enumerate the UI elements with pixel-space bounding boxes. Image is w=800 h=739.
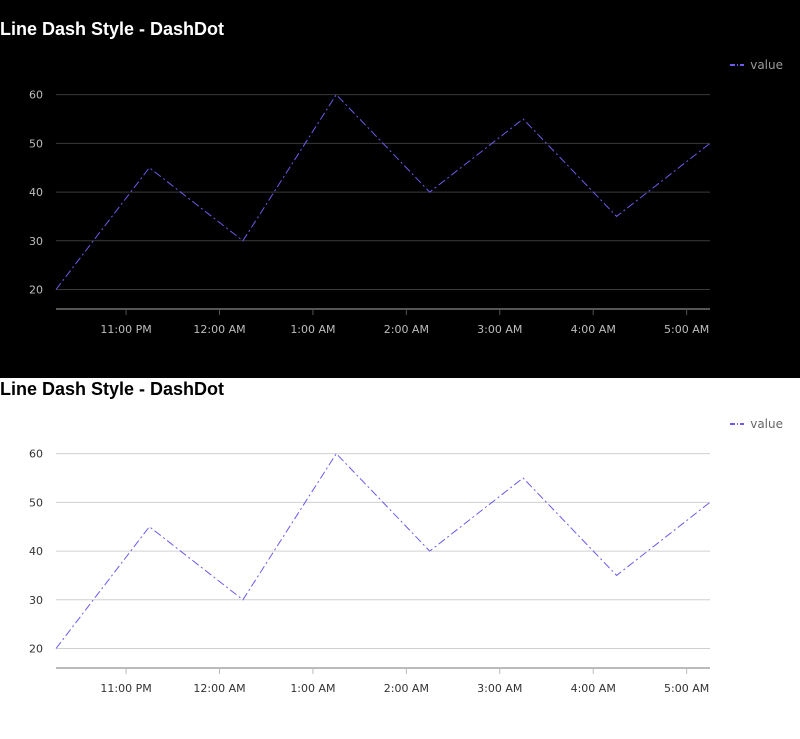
x-tick-label: 4:00 AM: [571, 682, 616, 695]
chart-panel-light: Line Dash Style - DashDot value 20 30 40 50…: [0, 378, 800, 719]
y-tick-label: 60: [29, 448, 43, 461]
y-tick-label: 40: [29, 186, 43, 199]
x-tick-label: 2:00 AM: [384, 682, 429, 695]
x-tick-label: 1:00 AM: [290, 323, 335, 336]
y-tick-label: 50: [29, 496, 43, 509]
x-tick-label: 5:00 AM: [664, 682, 709, 695]
x-tick-label: 11:00 PM: [100, 682, 151, 695]
x-tick-label: 11:00 PM: [100, 323, 151, 336]
x-tick-label: 3:00 AM: [477, 323, 522, 336]
y-tick-label: 60: [29, 89, 43, 102]
y-tick-label: 40: [29, 545, 43, 558]
x-tick-label: 4:00 AM: [571, 323, 616, 336]
plot-area: 20 30 40 50 60 11:00 PM 12:00 AM 1:00 AM 2:00 AM…: [29, 448, 711, 695]
x-tick-label: 2:00 AM: [384, 323, 429, 336]
y-tick-label: 30: [29, 594, 43, 607]
x-tick-label: 3:00 AM: [477, 682, 522, 695]
chart-panel-dark: Line Dash Style - DashDot value 20 30 40 50…: [0, 0, 800, 378]
y-tick-label: 50: [29, 137, 43, 150]
x-tick-label: 5:00 AM: [664, 323, 709, 336]
y-tick-label: 20: [29, 284, 43, 297]
y-tick-label: 30: [29, 235, 43, 248]
y-tick-label: 20: [29, 643, 43, 656]
plot-area: 20 30 40 50 60 11:00 PM 12:00 AM 1:00 AM 2:00 AM…: [29, 89, 711, 336]
x-tick-label: 12:00 AM: [193, 323, 245, 336]
x-tick-label: 12:00 AM: [193, 682, 245, 695]
x-tick-label: 1:00 AM: [290, 682, 335, 695]
